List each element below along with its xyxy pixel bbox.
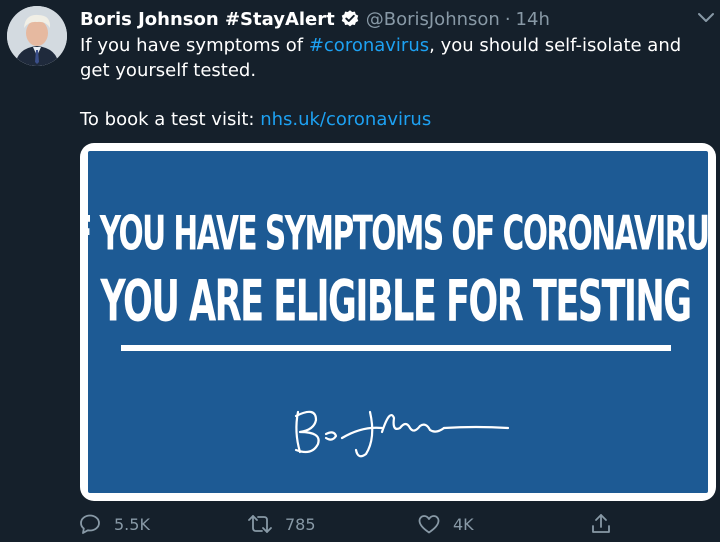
graphic-line-2: YOU ARE ELIGIBLE FOR TESTING xyxy=(100,268,692,335)
retweet-button[interactable]: 785 xyxy=(247,512,316,536)
tweet-header: Boris Johnson #StayAlert @BorisJohnson ·… xyxy=(80,7,550,31)
reply-button[interactable]: 5.5K xyxy=(78,512,150,536)
separator-dot: · xyxy=(504,8,511,30)
tweet-text: If you have symptoms of #coronavirus, yo… xyxy=(80,33,710,132)
retweet-icon xyxy=(248,515,272,533)
graphic-line-1: IF YOU HAVE SYMPTOMS OF CORONAVIRUS xyxy=(80,205,716,261)
tweet-timestamp[interactable]: 14h xyxy=(516,9,550,30)
retweet-count: 785 xyxy=(285,514,316,534)
tweet-paragraph: If you have symptoms of #coronavirus, yo… xyxy=(80,33,710,83)
author-name[interactable]: Boris Johnson #StayAlert xyxy=(80,9,335,30)
tweet-text-part: To book a test visit: xyxy=(80,109,261,130)
avatar[interactable] xyxy=(7,6,67,66)
tweet-actions: 5.5K 785 4K xyxy=(78,512,718,540)
reply-count: 5.5K xyxy=(114,514,150,534)
tweet-paragraph: To book a test visit: nhs.uk/coronavirus xyxy=(80,107,710,132)
reply-icon xyxy=(80,514,100,534)
share-button[interactable] xyxy=(589,512,625,536)
tweet-media[interactable]: IF YOU HAVE SYMPTOMS OF CORONAVIRUS YOU … xyxy=(80,143,716,501)
verified-badge-icon xyxy=(340,9,360,29)
like-count: 4K xyxy=(453,514,474,534)
like-icon xyxy=(418,515,440,534)
media-graphic: IF YOU HAVE SYMPTOMS OF CORONAVIRUS YOU … xyxy=(80,151,716,493)
signature-image xyxy=(294,410,510,458)
nhs-link[interactable]: nhs.uk/coronavirus xyxy=(260,109,431,130)
tweet-text-part: If you have symptoms of xyxy=(80,35,309,56)
avatar-image xyxy=(7,6,67,66)
author-handle[interactable]: @BorisJohnson xyxy=(366,9,500,30)
like-button[interactable]: 4K xyxy=(417,512,474,536)
graphic-divider xyxy=(121,345,671,351)
hashtag-link[interactable]: #coronavirus xyxy=(309,35,429,56)
share-icon xyxy=(592,514,610,533)
chevron-down-icon[interactable] xyxy=(697,10,715,24)
